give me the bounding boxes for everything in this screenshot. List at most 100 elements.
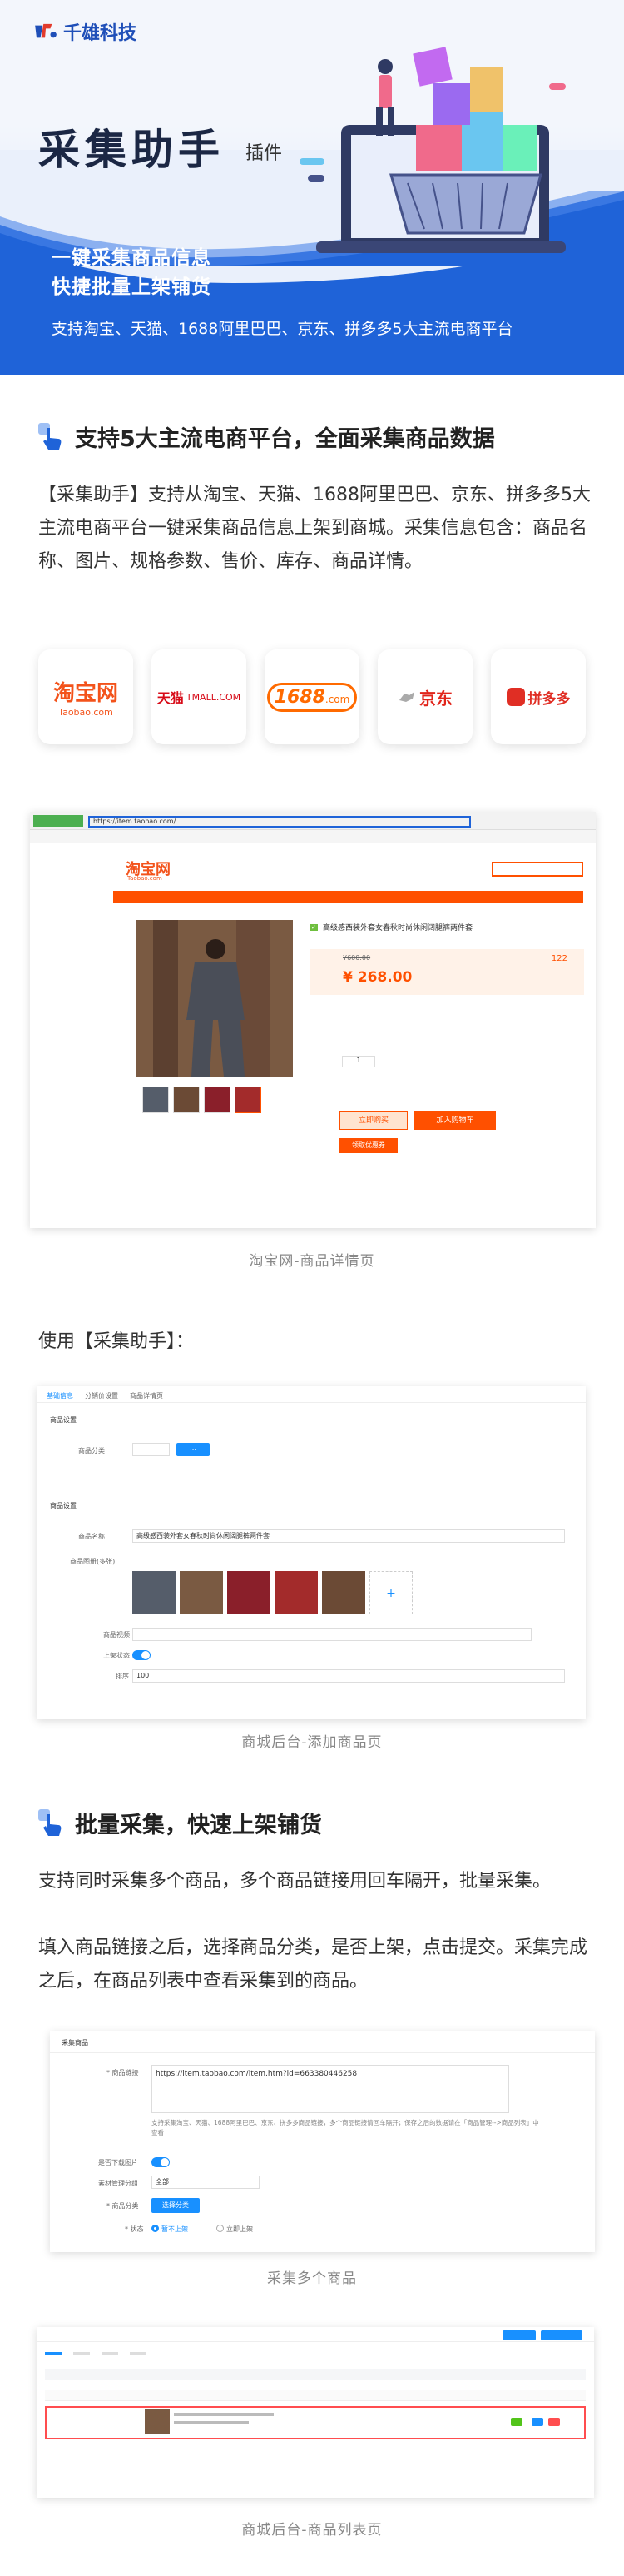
label-category: 商品分类 [78,1447,105,1455]
taobao-logo-sub: Taobao.com [58,707,113,718]
hero-illustration [300,47,566,253]
taobao-site-logo-sub: Taobao.com [127,875,162,882]
label-video: 商品视频 [103,1631,130,1639]
link-hint: 支持采集淘宝、天猫、1688阿里巴巴、京东、拼多多商品链接，多个商品链接请回车隔… [151,2119,539,2136]
label-status: 上架状态 [103,1652,130,1659]
add-to-cart-button[interactable]: 加入购物车 [414,1111,496,1130]
filter-row [45,2369,586,2380]
section2-paragraph-1: 支持同时采集多个商品，多个商品链接用回车隔开，批量采集。 [38,1871,552,1892]
price-panel: ¥600.00 ¥ 268.00 122 [310,949,584,995]
original-price: ¥600.00 [343,954,371,962]
list-tab[interactable] [102,2352,118,2355]
status-option-publish: 立即上架 [226,2225,253,2233]
sales-count: 122 [551,954,567,963]
section2-heading: 批量采集，快速上架铺货 [38,1807,322,1839]
tab-detail[interactable]: 商品详情页 [130,1391,163,1400]
coupon-button[interactable]: 领取优惠券 [339,1138,398,1153]
browser-bar: https://item.taobao.com/... [30,812,596,830]
collect-title: 采集商品 [62,2039,88,2046]
product-badge: ✓ [310,924,318,931]
taobao-screenshot: https://item.taobao.com/... 淘宝网 Taobao.c… [30,812,596,1228]
list-tab[interactable] [45,2352,62,2355]
pdd-logo-text: 拼多多 [527,690,571,708]
brand-name: 千雄科技 [63,23,137,44]
1688-logo-card: 1688 .com [265,649,359,744]
collect-screenshot: 采集商品 * 商品链接 https://item.taobao.com/item… [50,2031,595,2252]
taobao-logo-text: 淘宝网 [52,681,118,706]
taobao-search-input[interactable] [492,862,583,877]
choose-category-button[interactable]: ⋯ [176,1443,210,1456]
section1-heading: 支持5大主流电商平台，全面采集商品数据 [38,420,495,453]
1688-logo-text: 1688 [274,686,325,708]
link-textarea[interactable]: https://item.taobao.com/item.htm?id=6633… [151,2065,509,2113]
admin-add-screenshot: 基础信息 分销价设置 商品详情页 商品设置 商品分类 ⋯ 商品设置 商品名称 高… [37,1386,586,1719]
gallery-image[interactable] [322,1571,365,1614]
choose-category-button[interactable]: 选择分类 [151,2198,200,2213]
list-tab[interactable] [73,2352,90,2355]
group-select[interactable]: 全部 [151,2176,260,2189]
list-tabs [37,2347,594,2360]
tab-basic-info[interactable]: 基础信息 [47,1391,73,1400]
gallery-image[interactable] [227,1571,270,1614]
tmall-logo-sub: TMALL.COM [186,691,241,703]
admin-section-title: 商品设置 [50,1416,77,1424]
name-input[interactable]: 高级感西装外套女春秋时尚休闲阔腿裤两件套 [132,1529,565,1543]
add-image-button[interactable]: + [369,1571,413,1614]
tmall-logo-card: 天猫 TMALL.COM [151,649,246,744]
tab-dist-price[interactable]: 分销价设置 [85,1391,118,1400]
hero-line-2: 快捷批量上架铺货 [52,276,211,298]
link-label: * 商品链接 [106,2069,139,2076]
category-select[interactable] [132,1443,170,1456]
section2-paragraph-2: 填入商品链接之后，选择商品分类，是否上架，点击提交。采集完成之后，在商品列表中查… [38,1937,588,1992]
label-name: 商品名称 [78,1533,105,1540]
taobao-logo-card: 淘宝网 Taobao.com [38,649,133,744]
label-sort: 排序 [116,1673,129,1680]
status-toggle[interactable] [132,1650,151,1660]
qty-input[interactable]: 1 [342,1056,375,1067]
brand-logo-icon [35,23,57,38]
cat-label: * 商品分类 [106,2202,139,2210]
download-toggle[interactable] [151,2157,170,2167]
section1-paragraph: 【采集助手】支持从淘宝、天猫、1688阿里巴巴、京东、拼多多5大主流电商平台一键… [38,485,591,572]
jd-logo-text: 京东 [419,688,453,709]
list-caption: 商城后台-商品列表页 [241,2522,383,2539]
list-action-button[interactable] [503,2330,536,2340]
product-thumb[interactable] [235,1087,261,1113]
product-thumb[interactable] [142,1087,169,1113]
pdd-logo-card: 拼多多 [491,649,586,744]
pointer-hand-icon [38,1808,62,1836]
status-radio-draft[interactable] [151,2225,159,2232]
group-label: 素材管理分组 [98,2180,138,2187]
url-field[interactable]: https://item.taobao.com/... [88,816,471,828]
video-input[interactable] [132,1628,532,1641]
sort-input[interactable]: 100 [132,1669,565,1683]
row-highlight [45,2406,586,2439]
hero-platforms: 支持淘宝、天猫、1688阿里巴巴、京东、拼多多5大主流电商平台 [52,320,513,338]
hero-subtitle: 插件 [245,143,283,164]
list-tab[interactable] [130,2352,146,2355]
gallery-image[interactable] [180,1571,223,1614]
brand-logo: 千雄科技 [33,18,136,45]
jd-dog-icon [399,692,414,702]
sale-price: ¥ 268.00 [343,969,413,986]
buy-now-button[interactable]: 立即购买 [339,1111,408,1130]
pdd-icon [506,688,525,706]
table-head [45,2390,586,2401]
product-title: 高级感西装外套女春秋时尚休闲阔腿裤两件套 [323,924,473,932]
gallery-image[interactable] [132,1571,176,1614]
hero-title: 采集助手 [38,126,225,174]
gallery-image[interactable] [275,1571,318,1614]
tmall-logo-text: 天猫 [156,690,184,706]
jd-logo-card: 京东 [378,649,473,744]
collect-caption: 采集多个商品 [267,2270,357,2287]
1688-logo-sub: .com [324,693,350,705]
hero-line-1: 一键采集商品信息 [52,247,211,269]
product-thumb[interactable] [173,1087,200,1113]
admin-tabs: 基础信息 分销价设置 商品详情页 [37,1386,586,1403]
product-main-image [136,920,293,1077]
product-thumb[interactable] [204,1087,230,1113]
status-radio-publish[interactable] [216,2225,224,2232]
status-option-draft: 暂不上架 [161,2225,188,2233]
list-action-button[interactable] [541,2330,582,2340]
collect-header: 采集商品 [50,2031,595,2053]
